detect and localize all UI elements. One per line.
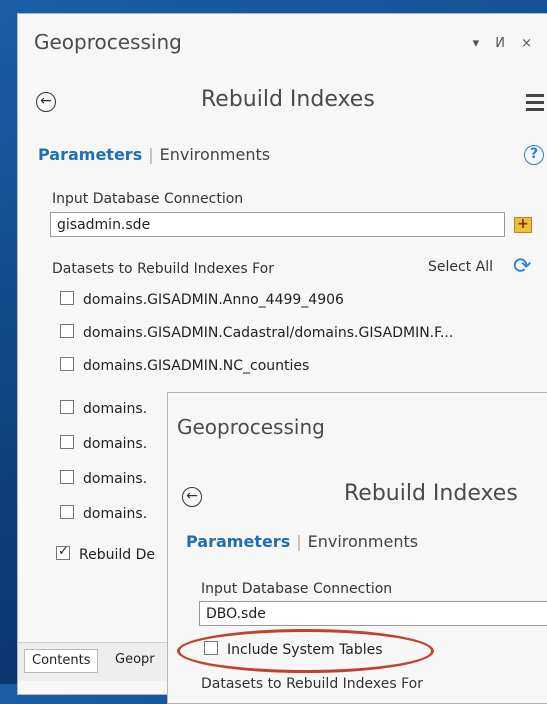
tab-environments[interactable]: Environments <box>160 145 271 164</box>
checkbox[interactable] <box>60 400 74 414</box>
back-arrow-icon[interactable]: ← <box>36 92 56 112</box>
pane-header: Geoprocessing ▾ И × <box>18 14 547 70</box>
tab-bar: Parameters | Environments <box>38 145 270 164</box>
rebuild-option[interactable]: Rebuild De <box>56 544 155 567</box>
list-item[interactable]: domains.GISADMIN.Cadastral/domains.GISAD… <box>60 324 454 345</box>
checkbox[interactable] <box>60 357 74 371</box>
list-item[interactable]: domains. <box>60 470 148 491</box>
window-controls[interactable]: ▾ И × <box>473 36 538 51</box>
pane-title: Geoprocessing <box>34 30 182 54</box>
input-database-label: Input Database Connection <box>52 191 244 207</box>
checkbox[interactable] <box>60 470 74 484</box>
dataset-name: domains. <box>83 471 148 487</box>
select-all-link[interactable]: Select All <box>428 259 493 275</box>
help-icon[interactable]: ? <box>524 145 544 165</box>
tab-contents[interactable]: Contents <box>24 649 99 673</box>
tab-separator: | <box>148 145 154 164</box>
back-arrow-icon[interactable]: ← <box>182 487 202 507</box>
refresh-icon[interactable]: ⟳ <box>513 256 531 278</box>
rebuild-option-label: Rebuild De <box>79 547 155 563</box>
dataset-name: domains. <box>83 506 148 522</box>
list-item[interactable]: domains. <box>60 435 148 456</box>
pane-title: Geoprocessing <box>177 415 325 439</box>
checkbox[interactable] <box>60 291 74 305</box>
list-item[interactable]: domains. <box>60 400 148 421</box>
list-item[interactable]: domains.GISADMIN.Anno_4499_4906 <box>60 291 344 312</box>
tab-parameters[interactable]: Parameters <box>186 532 290 551</box>
add-connection-icon[interactable]: + <box>514 217 532 233</box>
tab-separator: | <box>296 532 302 551</box>
input-database-field[interactable]: gisadmin.sde <box>50 212 505 237</box>
hamburger-menu-icon[interactable] <box>526 94 544 115</box>
datasets-label: Datasets to Rebuild Indexes For <box>201 676 424 692</box>
highlight-annotation <box>177 629 434 673</box>
input-database-label: Input Database Connection <box>201 581 393 597</box>
datasets-label: Datasets to Rebuild Indexes For <box>52 261 275 277</box>
checkbox[interactable] <box>60 324 74 338</box>
dataset-name: domains.GISADMIN.Cadastral/domains.GISAD… <box>83 325 454 341</box>
checkbox[interactable] <box>60 505 74 519</box>
tab-environments[interactable]: Environments <box>308 532 419 551</box>
tool-title: Rebuild Indexes <box>201 87 375 112</box>
tab-geoprocessing[interactable]: Geopr <box>108 649 162 673</box>
tool-title: Rebuild Indexes <box>344 481 518 506</box>
list-item[interactable]: domains. <box>60 505 148 526</box>
rebuild-checkbox[interactable] <box>56 544 70 560</box>
dataset-name: domains.GISADMIN.Anno_4499_4906 <box>83 292 344 308</box>
checkbox[interactable] <box>60 435 74 449</box>
list-item[interactable]: domains.GISADMIN.NC_counties <box>60 357 310 378</box>
input-database-field[interactable]: DBO.sde <box>199 601 547 626</box>
dataset-name: domains.GISADMIN.NC_counties <box>83 358 310 374</box>
dataset-name: domains. <box>83 401 148 417</box>
dataset-name: domains. <box>83 436 148 452</box>
tab-bar: Parameters | Environments <box>186 532 418 551</box>
tab-parameters[interactable]: Parameters <box>38 145 142 164</box>
